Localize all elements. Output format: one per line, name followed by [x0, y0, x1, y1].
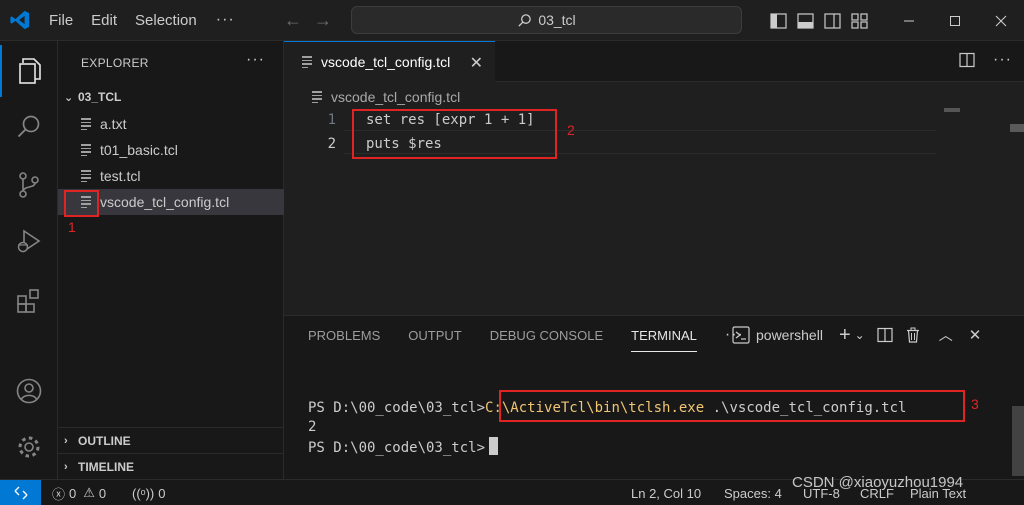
chevron-right-icon: ›: [64, 460, 68, 473]
indentation[interactable]: Spaces: 4: [724, 480, 782, 505]
activity-bar: [0, 41, 58, 479]
tab-output[interactable]: OUTPUT: [408, 328, 461, 343]
file-text-icon: [81, 144, 93, 156]
editor-more-button[interactable]: ···: [993, 52, 1012, 68]
maximize-panel-chevron-up-icon[interactable]: ︿: [939, 325, 953, 345]
file-text-icon: [81, 118, 93, 130]
close-tab-icon[interactable]: ✕: [470, 53, 483, 73]
file-label: vscode_tcl_config.tcl: [100, 194, 230, 210]
chevron-down-icon[interactable]: ⌄: [855, 328, 865, 342]
terminal-line[interactable]: PS D:\00_code\03_tcl>: [308, 437, 499, 457]
menu-more-button[interactable]: ···: [206, 11, 245, 29]
explorer-header: EXPLORER: [81, 56, 149, 70]
title-bar: File Edit Selection ··· ← → 03_tcl: [0, 0, 1024, 41]
annotation-number-1: 1: [68, 219, 76, 235]
file-item-test[interactable]: test.tcl: [58, 163, 284, 189]
file-label: test.tcl: [100, 168, 141, 184]
terminal-output: 2: [308, 419, 317, 435]
tab-vscode-tcl-config[interactable]: vscode_tcl_config.tcl ✕: [284, 41, 495, 82]
ports-status[interactable]: ((ᵒ)) 0: [132, 480, 165, 505]
tab-label: vscode_tcl_config.tcl: [321, 54, 451, 70]
line-number: 2: [327, 136, 336, 152]
folder-root[interactable]: ⌄ 03_TCL: [58, 86, 284, 108]
error-icon: ⓧ: [52, 486, 66, 502]
terminal-icon: [732, 326, 750, 344]
terminal-shell-label[interactable]: powershell: [756, 327, 823, 343]
section-label: OUTLINE: [78, 433, 131, 448]
file-item-t01-basic[interactable]: t01_basic.tcl: [58, 137, 284, 163]
chevron-right-icon: ›: [64, 434, 68, 447]
tab-terminal[interactable]: TERMINAL: [631, 328, 697, 352]
menu-file[interactable]: File: [40, 0, 82, 41]
terminal-prompt: PS D:\00_code\03_tcl>: [308, 400, 486, 416]
toggle-panel-icon[interactable]: [797, 12, 814, 29]
warning-icon: ⚠: [83, 485, 95, 500]
vscode-logo-icon: [0, 0, 40, 41]
split-terminal-icon[interactable]: [877, 327, 893, 343]
file-item-a-txt[interactable]: a.txt: [58, 111, 284, 137]
minimize-icon[interactable]: [886, 0, 932, 41]
search-icon[interactable]: [0, 101, 58, 153]
run-debug-icon[interactable]: [0, 215, 58, 267]
annotation-number-3: 3: [971, 396, 979, 412]
explorer-more-button[interactable]: ···: [246, 51, 265, 69]
file-text-icon: [312, 91, 324, 103]
tab-problems[interactable]: PROBLEMS: [308, 328, 380, 343]
annotation-box-3: [499, 390, 965, 422]
warnings-count: 0: [98, 485, 107, 501]
trash-icon[interactable]: [905, 327, 921, 343]
section-timeline[interactable]: › TIMELINE: [58, 453, 284, 479]
explorer-icon[interactable]: [0, 45, 58, 97]
customize-layout-icon[interactable]: [851, 12, 868, 29]
split-editor-icon[interactable]: [959, 52, 975, 68]
terminal-prompt: PS D:\00_code\03_tcl>: [308, 440, 486, 456]
annotation-box-1: [64, 190, 99, 217]
editor-tab-bar: vscode_tcl_config.tcl ✕ ···: [284, 41, 1024, 82]
section-label: TIMELINE: [78, 459, 134, 474]
breadcrumb-file[interactable]: vscode_tcl_config.tcl: [331, 89, 460, 105]
terminal-scrollbar[interactable]: [1012, 406, 1024, 476]
errors-count: 0: [69, 485, 77, 501]
manage-gear-icon[interactable]: [0, 421, 58, 473]
watermark: CSDN @xiaoyuzhou1994: [792, 474, 964, 491]
navigation-arrows: ← →: [284, 0, 332, 41]
command-center-label: 03_tcl: [538, 12, 576, 28]
toggle-secondary-sidebar-icon[interactable]: [824, 12, 841, 29]
terminal-cursor: [489, 437, 499, 455]
explorer-sidebar: EXPLORER ··· ⌄ 03_TCL a.txt t01_basic.tc…: [58, 41, 284, 479]
file-label: t01_basic.tcl: [100, 142, 178, 158]
toggle-primary-sidebar-icon[interactable]: [770, 12, 787, 29]
folder-name: 03_TCL: [78, 90, 122, 104]
new-terminal-plus-icon[interactable]: +: [839, 325, 851, 345]
annotation-number-2: 2: [567, 122, 575, 138]
close-window-icon[interactable]: [978, 0, 1024, 41]
ports-count: 0: [158, 485, 166, 501]
file-text-icon: [81, 170, 93, 182]
file-text-icon: [302, 56, 314, 68]
line-number: 1: [327, 112, 336, 128]
source-control-icon[interactable]: [0, 159, 58, 211]
antenna-icon: ((ᵒ)): [132, 485, 155, 501]
minimap[interactable]: [944, 108, 960, 112]
section-outline[interactable]: › OUTLINE: [58, 427, 284, 453]
search-icon: [518, 13, 532, 27]
editor-scrollbar[interactable]: [1010, 124, 1024, 132]
remote-indicator-icon[interactable]: [0, 480, 41, 505]
menu-edit[interactable]: Edit: [82, 0, 126, 41]
breadcrumb: vscode_tcl_config.tcl: [312, 89, 460, 105]
close-panel-icon[interactable]: ✕: [969, 326, 982, 344]
command-center-search[interactable]: 03_tcl: [351, 6, 742, 34]
maximize-icon[interactable]: [932, 0, 978, 41]
extensions-icon[interactable]: [0, 275, 58, 327]
back-arrow-icon[interactable]: ←: [284, 10, 302, 31]
file-label: a.txt: [100, 116, 127, 132]
tab-debug-console[interactable]: DEBUG CONSOLE: [490, 328, 603, 343]
forward-arrow-icon[interactable]: →: [314, 10, 332, 31]
menu-selection[interactable]: Selection: [126, 0, 206, 41]
annotation-box-2: [352, 109, 557, 159]
account-icon[interactable]: [0, 365, 58, 417]
chevron-down-icon: ⌄: [64, 91, 74, 104]
problems-status[interactable]: ⓧ 0 ⚠ 0: [52, 480, 106, 505]
cursor-position[interactable]: Ln 2, Col 10: [631, 480, 701, 505]
